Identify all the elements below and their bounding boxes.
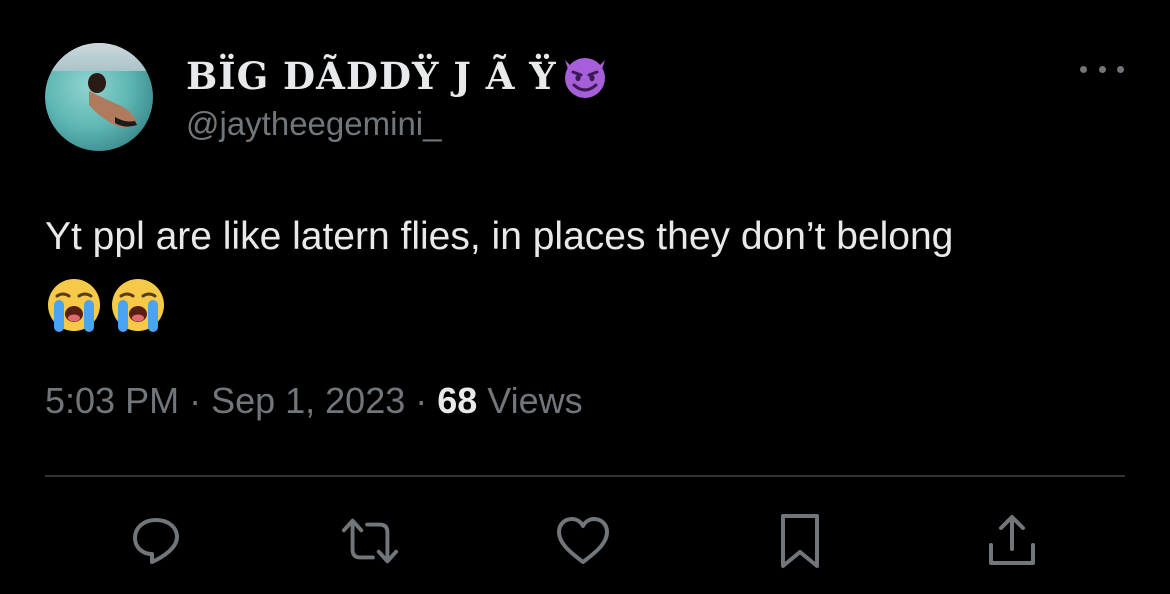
views-count: 68 xyxy=(437,380,478,421)
retweet-button[interactable] xyxy=(340,510,400,572)
display-name[interactable]: BÏG DÃDDŸ J Ã Ÿ xyxy=(186,50,611,102)
tweet-detail: BÏG DÃDDŸ J Ã Ÿ @jaytheegemini_ Yt ppl a… xyxy=(0,0,1170,594)
share-icon xyxy=(989,515,1035,565)
loudly-crying-face-icon xyxy=(48,279,100,332)
bookmark-icon xyxy=(781,514,819,568)
bookmark-button[interactable] xyxy=(770,510,830,572)
reply-icon xyxy=(133,518,179,564)
divider xyxy=(45,475,1125,477)
meta-separator: · xyxy=(405,380,438,421)
retweet-icon xyxy=(341,518,399,564)
share-button[interactable] xyxy=(982,510,1042,572)
meta-separator: · xyxy=(179,380,212,421)
action-bar xyxy=(0,510,1170,580)
tweet-emojis xyxy=(45,276,167,334)
display-name-text: BÏG DÃDDŸ J Ã Ÿ xyxy=(186,54,557,98)
loudly-crying-face-icon xyxy=(112,279,164,332)
reply-button[interactable] xyxy=(126,510,186,572)
avatar[interactable] xyxy=(45,43,153,151)
like-button[interactable] xyxy=(553,510,613,572)
tweet-time[interactable]: 5:03 PM xyxy=(45,380,179,421)
avatar-photo xyxy=(88,73,137,128)
like-icon xyxy=(557,517,609,564)
smiling-devil-icon xyxy=(564,58,605,98)
tweet-metadata: 5:03 PM · Sep 1, 2023 · 68 Views xyxy=(45,380,583,422)
tweet-date[interactable]: Sep 1, 2023 xyxy=(211,380,405,421)
tweet-text: Yt ppl are like latern flies, in places … xyxy=(45,215,954,258)
more-options-icon[interactable] xyxy=(1080,62,1124,76)
user-handle[interactable]: @jaytheegemini_ xyxy=(186,105,441,143)
views-label: Views xyxy=(477,380,583,421)
